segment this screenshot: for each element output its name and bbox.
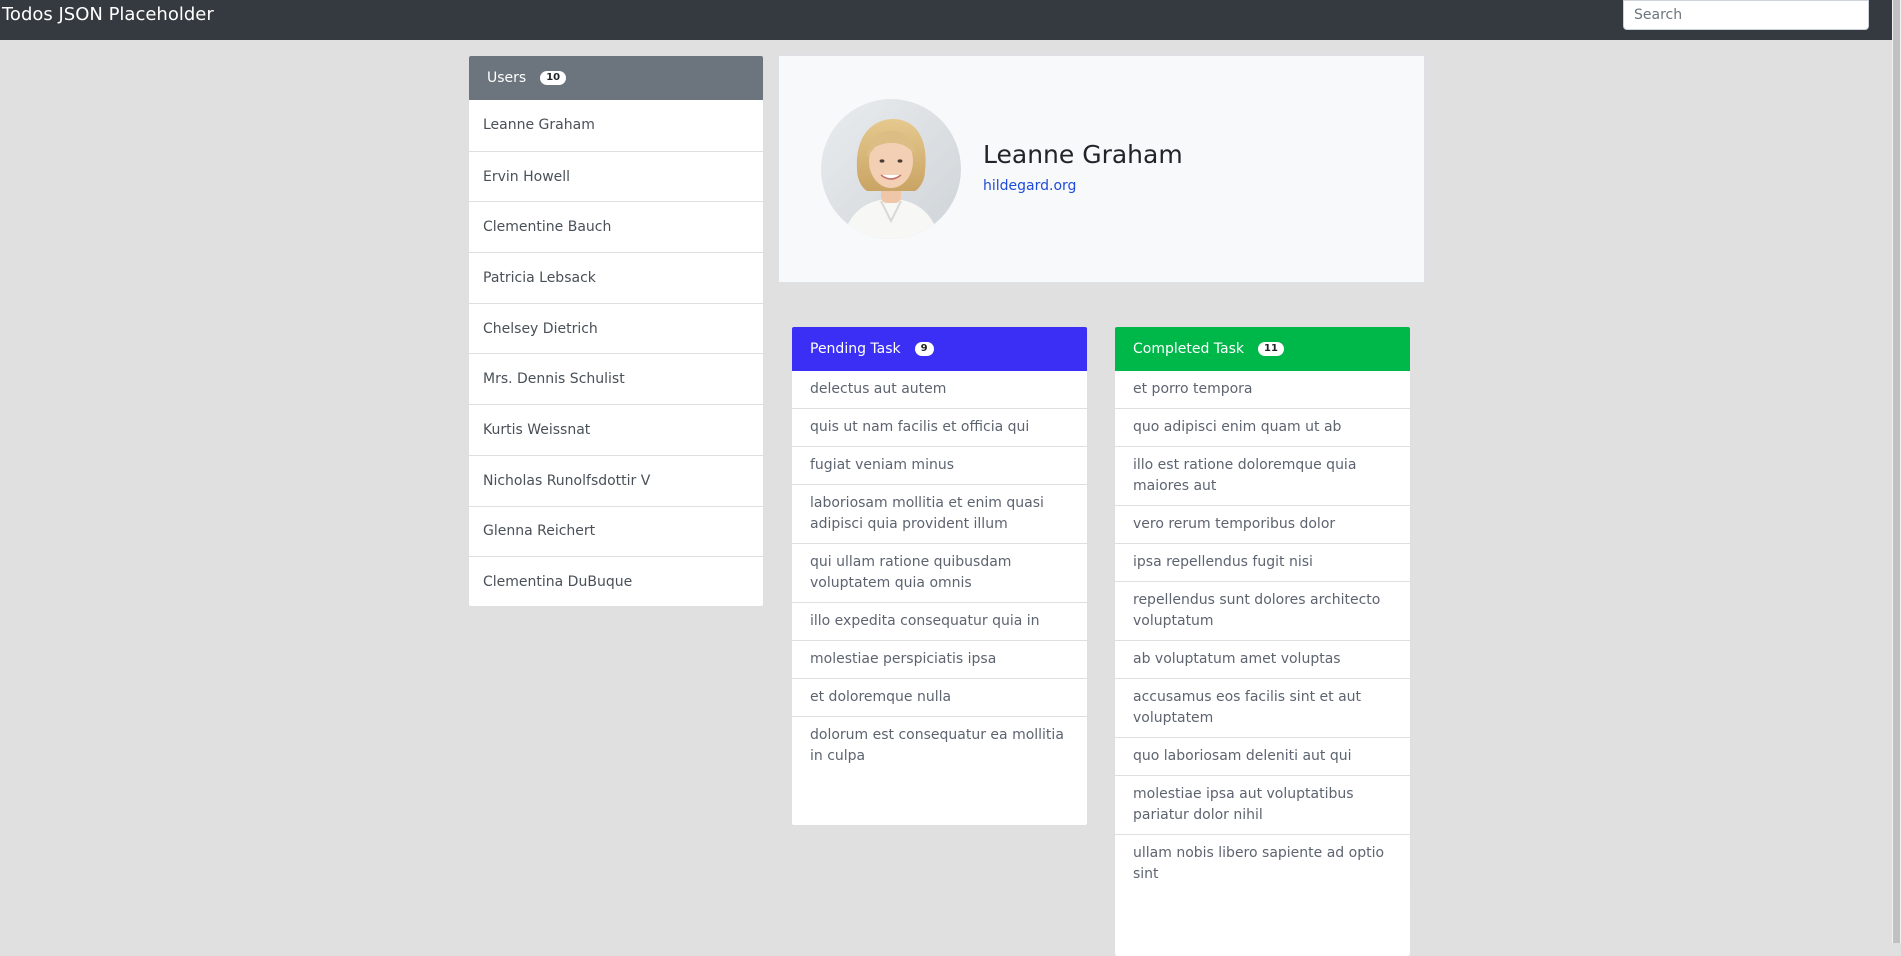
page-scrollbar[interactable] [1892,0,1901,943]
pending-tasks-card: Pending Task 9 delectus aut autem quis u… [791,326,1088,826]
profile-name: Leanne Graham [983,140,1183,169]
completed-task-item[interactable]: quo laboriosam deleniti aut qui [1115,737,1410,775]
profile-panel: Leanne Graham hildegard.org [778,55,1425,283]
completed-title: Completed Task [1133,341,1245,357]
completed-tasks-card: Completed Task 11 et porro tempora quo a… [1114,326,1411,956]
user-item[interactable]: Nicholas Runolfsdottir V [469,454,763,506]
pending-title: Pending Task [810,341,901,357]
pending-task-item[interactable]: dolorum est consequatur ea mollitia in c… [792,716,1087,775]
completed-task-item[interactable]: ipsa repellendus fugit nisi [1115,543,1410,581]
users-card-header: Users 10 [469,56,763,100]
completed-task-item[interactable]: repellendus sunt dolores architecto volu… [1115,581,1410,640]
profile-website-link[interactable]: hildegard.org [983,178,1076,194]
completed-task-item[interactable]: ab voluptatum amet voluptas [1115,640,1410,678]
completed-task-item[interactable]: accusamus eos facilis sint et aut volupt… [1115,678,1410,737]
user-item[interactable]: Kurtis Weissnat [469,404,763,455]
pending-task-item[interactable]: et doloremque nulla [792,678,1087,716]
user-item[interactable]: Chelsey Dietrich [469,302,763,354]
user-item[interactable]: Leanne Graham [469,100,763,151]
top-navbar: Todos JSON Placeholder [0,0,1892,40]
pending-count-badge: 9 [914,342,934,356]
pending-task-item[interactable]: fugiat veniam minus [792,446,1087,484]
app-brand[interactable]: Todos JSON Placeholder [2,4,214,26]
pending-task-item[interactable]: quis ut nam facilis et officia qui [792,408,1087,446]
completed-count-badge: 11 [1258,342,1284,356]
scrollbar-thumb[interactable] [1893,0,1900,943]
completed-task-item[interactable]: et porro tempora [1115,371,1410,408]
pending-task-list: delectus aut autem quis ut nam facilis e… [792,371,1087,775]
users-list: Leanne Graham Ervin Howell Clementine Ba… [469,100,763,606]
user-item[interactable]: Mrs. Dennis Schulist [469,353,763,404]
pending-task-item[interactable]: laboriosam mollitia et enim quasi adipis… [792,484,1087,543]
avatar [821,99,961,239]
user-item[interactable]: Clementina DuBuque [469,556,763,606]
completed-task-list: et porro tempora quo adipisci enim quam … [1115,371,1410,893]
completed-task-item[interactable]: molestiae ipsa aut voluptatibus pariatur… [1115,775,1410,834]
pending-task-item[interactable]: delectus aut autem [792,371,1087,408]
completed-card-header: Completed Task 11 [1115,327,1410,371]
user-item[interactable]: Ervin Howell [469,150,763,202]
search-input[interactable] [1623,0,1869,30]
users-card: Users 10 Leanne Graham Ervin Howell Clem… [468,55,764,607]
pending-task-item[interactable]: qui ullam ratione quibusdam voluptatem q… [792,543,1087,602]
completed-task-item[interactable]: vero rerum temporibus dolor [1115,505,1410,543]
completed-task-item[interactable]: illo est ratione doloremque quia maiores… [1115,446,1410,505]
pending-task-item[interactable]: molestiae perspiciatis ipsa [792,640,1087,678]
user-item[interactable]: Patricia Lebsack [469,252,763,303]
completed-task-item[interactable]: ullam nobis libero sapiente ad optio sin… [1115,834,1410,893]
users-count-badge: 10 [540,71,567,85]
avatar-portrait-icon [821,99,961,239]
pending-card-header: Pending Task 9 [792,327,1087,371]
user-item[interactable]: Glenna Reichert [469,505,763,557]
user-item[interactable]: Clementine Bauch [469,201,763,252]
completed-task-item[interactable]: quo adipisci enim quam ut ab [1115,408,1410,446]
users-title: Users [487,70,527,86]
pending-task-item[interactable]: illo expedita consequatur quia in [792,602,1087,640]
